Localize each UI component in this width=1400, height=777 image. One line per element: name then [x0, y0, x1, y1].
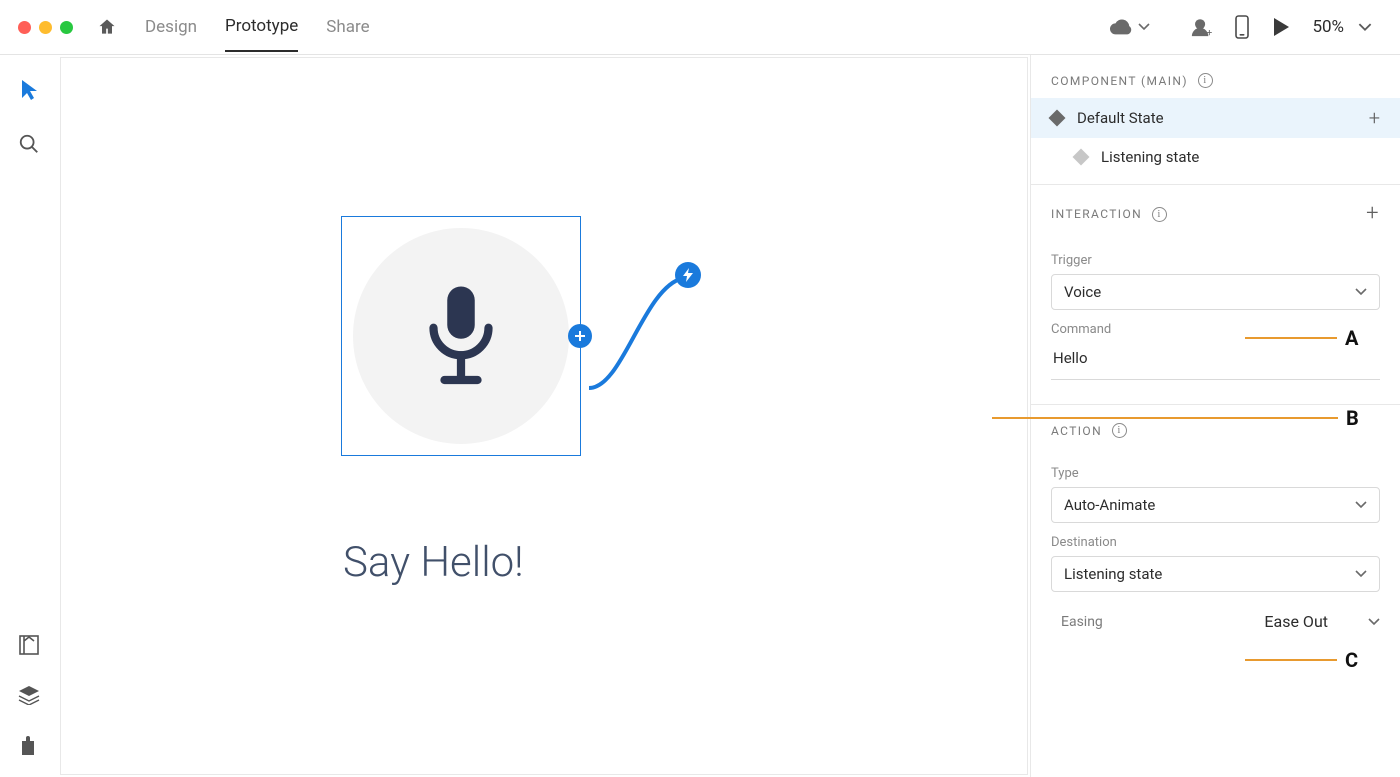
zoom-value: 50% [1312, 17, 1344, 37]
callout-letter-b: B [1346, 406, 1359, 430]
component-section-header: COMPONENT (MAIN) i [1031, 55, 1400, 98]
tab-share[interactable]: Share [326, 17, 369, 51]
cloud-sync-menu[interactable] [1110, 19, 1150, 35]
state-default[interactable]: Default State + [1031, 98, 1400, 138]
chevron-down-icon [1358, 23, 1372, 32]
window-traffic-lights [18, 21, 73, 34]
info-icon[interactable]: i [1198, 73, 1213, 88]
action-header-label: ACTION [1051, 424, 1102, 438]
destination-select[interactable]: Listening state [1051, 556, 1380, 592]
component-header-label: COMPONENT (MAIN) [1051, 74, 1188, 88]
state-label: Listening state [1101, 148, 1199, 166]
plugins-icon[interactable] [19, 735, 39, 755]
top-toolbar: Design Prototype Share + 50% [0, 0, 1400, 55]
select-tool-icon[interactable] [20, 79, 38, 101]
microphone-icon [419, 281, 503, 391]
info-icon[interactable]: i [1112, 423, 1127, 438]
chevron-down-icon [1368, 618, 1380, 626]
add-state-button[interactable]: + [1369, 108, 1380, 128]
type-value: Auto-Animate [1064, 496, 1155, 514]
chevron-down-icon [1138, 23, 1150, 31]
trigger-value: Voice [1064, 283, 1101, 301]
callout-line-c [1245, 659, 1337, 661]
easing-select[interactable]: Ease Out [1264, 612, 1380, 631]
callout-line-b [992, 417, 1338, 419]
interaction-header-label: INTERACTION [1051, 207, 1142, 221]
state-listening[interactable]: Listening state [1031, 138, 1400, 176]
svg-text:+: + [1207, 28, 1213, 38]
window-zoom-icon[interactable] [60, 21, 73, 34]
chevron-down-icon [1355, 288, 1367, 296]
type-label: Type [1051, 466, 1380, 481]
wire-add-handle[interactable] [568, 324, 592, 348]
tab-design[interactable]: Design [145, 17, 197, 51]
tab-prototype[interactable]: Prototype [225, 16, 298, 52]
add-interaction-button[interactable]: + [1366, 203, 1380, 225]
canvas[interactable]: Say Hello! [60, 57, 1028, 775]
mic-button-element[interactable] [353, 228, 569, 444]
command-input[interactable] [1051, 343, 1380, 380]
zoom-control[interactable]: 50% [1312, 17, 1372, 37]
chevron-down-icon [1355, 570, 1367, 578]
destination-value: Listening state [1064, 565, 1162, 583]
canvas-text-element[interactable]: Say Hello! [343, 538, 524, 587]
state-label: Default State [1077, 109, 1164, 127]
libraries-icon[interactable] [19, 635, 39, 655]
invite-user-icon[interactable]: + [1190, 16, 1212, 38]
home-icon[interactable] [97, 17, 117, 37]
device-preview-icon[interactable] [1234, 15, 1250, 39]
plus-icon [574, 330, 586, 342]
layers-icon[interactable] [18, 685, 40, 705]
trigger-label: Trigger [1051, 253, 1380, 268]
secondary-state-icon [1073, 149, 1090, 166]
easing-value: Ease Out [1264, 612, 1328, 631]
cloud-icon [1110, 19, 1132, 35]
mode-tabs: Design Prototype Share [145, 2, 370, 52]
left-tool-rail [0, 55, 58, 777]
search-icon[interactable] [18, 133, 40, 155]
top-right-controls: + 50% [1190, 15, 1372, 39]
window-minimize-icon[interactable] [39, 21, 52, 34]
type-select[interactable]: Auto-Animate [1051, 487, 1380, 523]
interaction-section-header: INTERACTION i + [1031, 185, 1400, 235]
trigger-select[interactable]: Voice [1051, 274, 1380, 310]
destination-label: Destination [1051, 535, 1380, 550]
wire-end-action-badge[interactable] [675, 262, 701, 288]
callout-letter-c: C [1345, 648, 1358, 672]
main-area: Say Hello! COMPONENT (MAIN) i Default St… [0, 55, 1400, 777]
window-close-icon[interactable] [18, 21, 31, 34]
callout-letter-a: A [1345, 326, 1358, 350]
easing-label: Easing [1061, 614, 1103, 630]
selected-component-frame[interactable] [341, 216, 581, 456]
action-section-header: ACTION i [1031, 405, 1400, 448]
command-label: Command [1051, 322, 1380, 337]
info-icon[interactable]: i [1152, 207, 1167, 222]
callout-line-a [1245, 337, 1337, 339]
chevron-down-icon [1355, 501, 1367, 509]
lightning-icon [682, 268, 694, 282]
play-icon[interactable] [1272, 17, 1290, 37]
main-state-icon [1049, 110, 1066, 127]
